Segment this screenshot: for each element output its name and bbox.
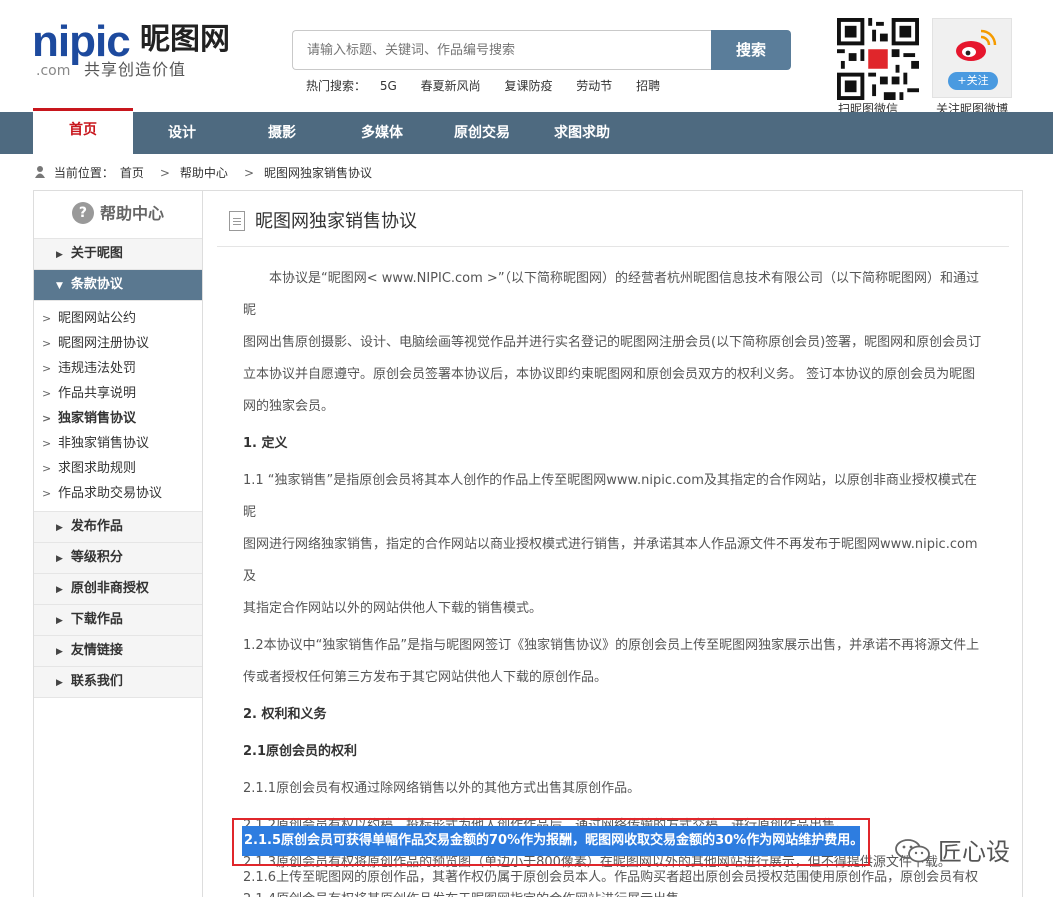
chevron-right-icon: > [42, 437, 52, 450]
sidebar-cat-level[interactable]: ▶ 等级积分 [34, 543, 202, 574]
weibo-follow-button[interactable]: +关注 [948, 72, 998, 90]
triangle-right-icon: ▶ [56, 523, 63, 533]
paragraph: 图网出售原创摄影、设计、电脑绘画等视觉作品并进行实名登记的昵图网注册会员(以下简… [243, 335, 982, 350]
paragraph: 1.2本协议中“独家销售作品”是指与昵图网签订《独家销售协议》的原创会员上传至昵… [243, 638, 980, 653]
search-button[interactable]: 搜索 [711, 30, 791, 70]
chevron-right-icon: > [42, 487, 52, 500]
sidebar-cat-contact[interactable]: ▶ 联系我们 [34, 667, 202, 698]
sidebar-sub-item[interactable]: > 作品求助交易协议 [34, 481, 202, 506]
sidebar-sub-item[interactable]: > 昵图网注册协议 [34, 331, 202, 356]
triangle-right-icon: ▶ [56, 554, 63, 564]
paragraph: 网的独家会员。 [243, 399, 335, 414]
agreement-body: 本协议是“昵图网< www.NIPIC.com >”（以下简称昵图网）的经营者杭… [243, 263, 985, 897]
sidebar-sub-item[interactable]: > 作品共享说明 [34, 381, 202, 406]
section-heading: 1. 定义 [243, 436, 288, 451]
hot-searches: 热门搜索： 5G 春夏新风尚 复课防疫 劳动节 招聘 [306, 77, 680, 94]
triangle-right-icon: ▶ [56, 585, 63, 595]
triangle-down-icon: ▼ [56, 281, 63, 291]
agreement-body-cont: 2.1.6上传至昵图网的原创作品，其著作权仍属于原创会员本人。作品购买者超出原创… [243, 862, 985, 894]
paragraph: 其指定合作网站以外的网站供他人下载的销售模式。 [243, 601, 543, 616]
triangle-right-icon: ▶ [56, 647, 63, 657]
hot-search-link[interactable]: 春夏新风尚 [421, 79, 481, 93]
sidebar-cat-links[interactable]: ▶ 友情链接 [34, 636, 202, 667]
triangle-right-icon: ▶ [56, 616, 63, 626]
logo-chinese-name: 昵图网 [140, 22, 230, 57]
breadcrumb-current: 昵图网独家销售协议 [264, 166, 373, 180]
help-sidebar: ? 帮助中心 ▶ 关于昵图 ▼ 条款协议 > 昵图网站公约 > 昵图网注册协议 > 违规违法… [33, 190, 203, 897]
breadcrumb-help[interactable]: 帮助中心 [180, 166, 228, 180]
triangle-right-icon: ▶ [56, 250, 63, 260]
watermark: 匠心设 [894, 832, 1010, 867]
nav-item-photo[interactable]: 摄影 [242, 112, 322, 154]
paragraph: 2.1.1原创会员有权通过除网络销售以外的其他方式出售其原创作品。 [243, 781, 641, 796]
logo-domain: .com [36, 63, 71, 79]
sidebar-cat-publish[interactable]: ▶ 发布作品 [34, 512, 202, 543]
page-title: 昵图网独家销售协议 [255, 211, 417, 232]
breadcrumb: 当前位置： 首页 > 帮助中心 > 昵图网独家销售协议 [34, 164, 378, 181]
chevron-right-icon: > [42, 312, 52, 325]
section-heading: 2. 权利和义务 [243, 707, 327, 722]
hot-search-link[interactable]: 复课防疫 [504, 79, 552, 93]
nav-item-request[interactable]: 求图求助 [542, 112, 622, 154]
sidebar-title: ? 帮助中心 [34, 191, 202, 239]
nav-item-home[interactable]: 首页 [33, 108, 133, 154]
paragraph: 本协议是“昵图网< www.NIPIC.com >”（以下简称昵图网）的经营者杭… [243, 271, 980, 318]
question-icon: ? [71, 202, 94, 224]
sidebar-sub-item[interactable]: > 非独家销售协议 [34, 431, 202, 456]
document-icon [229, 211, 245, 231]
sidebar-sub-item-current[interactable]: > 独家销售协议 [34, 406, 202, 431]
sidebar-cat-terms[interactable]: ▼ 条款协议 [34, 270, 202, 301]
chevron-right-icon: > [42, 362, 52, 375]
site-header: nipic 昵图网 .com 共享创造价值 搜索 热门搜索： 5G 春夏新风尚 … [0, 0, 1053, 116]
weibo-icon [956, 29, 997, 61]
paragraph: 传或者授权任何第三方发布于其它网站供他人下载的原创作品。 [243, 670, 608, 685]
sidebar-cat-download[interactable]: ▶ 下载作品 [34, 605, 202, 636]
search-input[interactable] [293, 31, 712, 69]
nav-item-original-trade[interactable]: 原创交易 [442, 112, 522, 154]
sidebar-subgroup: > 昵图网站公约 > 昵图网注册协议 > 违规违法处罚 > 作品共享说明 > 独家销售协议… [34, 301, 202, 512]
chevron-right-icon: > [42, 462, 52, 475]
triangle-right-icon: ▶ [56, 678, 63, 688]
sidebar-sub-item[interactable]: > 昵图网站公约 [34, 306, 202, 331]
sidebar-sub-item[interactable]: > 求图求助规则 [34, 456, 202, 481]
hot-search-link[interactable]: 劳动节 [576, 79, 612, 93]
nav-item-design[interactable]: 设计 [142, 112, 222, 154]
hot-search-link[interactable]: 招聘 [636, 79, 660, 93]
breadcrumb-label: 当前位置： [53, 166, 114, 180]
chevron-right-icon: > [243, 166, 254, 180]
chevron-right-icon: > [159, 166, 170, 180]
section-heading: 2.1原创会员的权利 [243, 744, 358, 759]
sidebar-cat-about[interactable]: ▶ 关于昵图 [34, 239, 202, 270]
paragraph: 2.1.6上传至昵图网的原创作品，其著作权仍属于原创会员本人。作品购买者超出原创… [243, 870, 979, 885]
paragraph: 图网进行网络独家销售，指定的合作网站以商业授权模式进行销售，并承诺其本人作品源文… [243, 537, 978, 584]
chevron-right-icon: > [42, 387, 52, 400]
wechat-icon [895, 839, 930, 863]
wechat-qr-code-icon [837, 18, 919, 100]
sidebar-sub-item[interactable]: > 违规违法处罚 [34, 356, 202, 381]
sidebar-cat-license[interactable]: ▶ 原创非商授权 [34, 574, 202, 605]
user-location-icon [35, 166, 45, 178]
paragraph: 1.1 “独家销售”是指原创会员将其本人创作的作品上传至昵图网www.nipic… [243, 473, 977, 520]
hot-searches-label: 热门搜索： [306, 79, 367, 93]
chevron-right-icon: > [42, 337, 52, 350]
hot-search-link[interactable]: 5G [380, 79, 397, 93]
breadcrumb-home[interactable]: 首页 [120, 166, 144, 180]
paragraph: 立本协议并自愿遵守。原创会员签署本协议后，本协议即约束昵图网和原创会员双方的权利… [243, 367, 976, 382]
site-logo[interactable]: nipic 昵图网 .com 共享创造价值 [32, 17, 230, 80]
search-box [292, 30, 712, 70]
nav-item-multimedia[interactable]: 多媒体 [342, 112, 422, 154]
selected-paragraph[interactable]: 2.1.5原创会员可获得单幅作品交易金额的70%作为报酬，昵图网收取交易金额的3… [242, 826, 863, 856]
chevron-right-icon: > [42, 412, 52, 425]
logo-wordmark: nipic [32, 17, 131, 66]
logo-slogan: 共享创造价值 [84, 60, 187, 79]
main-nav: 首页 设计 摄影 多媒体 原创交易 求图求助 [0, 108, 1053, 154]
